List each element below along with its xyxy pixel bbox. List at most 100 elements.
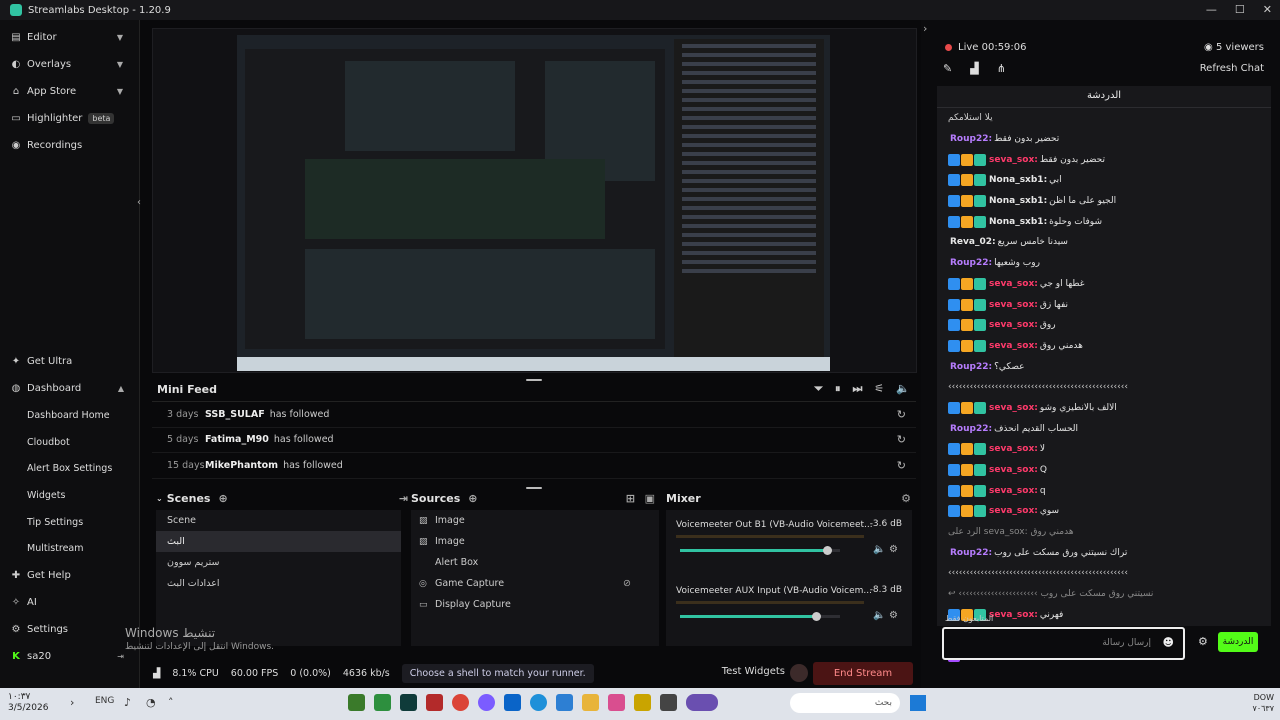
end-stream-button[interactable]: End Stream [813,662,913,685]
maximize-button[interactable]: ☐ [1235,3,1245,16]
replay-icon[interactable]: ↻ [897,459,906,472]
chat-username[interactable]: seva_sox: [989,506,1038,516]
test-widgets-button[interactable]: Test Widgets [722,666,785,677]
app-icon[interactable] [634,694,651,711]
source-item[interactable]: ◎ Game Capture ⊘ [411,573,659,594]
nav-dashboard[interactable]: ◍ Dashboard ▲ [0,375,140,402]
nav-get-help[interactable]: ✚ Get Help [0,562,140,589]
stream-preview[interactable]: ‹ [137,28,917,373]
app-icon[interactable] [660,694,677,711]
volume-slider[interactable] [680,546,840,555]
chevron-left-icon[interactable]: › [70,696,74,709]
chat-username[interactable]: Roup22: [950,424,992,434]
nav-settings[interactable]: ⚙ Settings [0,616,140,643]
chat-username[interactable]: seva_sox: [989,465,1038,475]
store-icon[interactable] [556,694,573,711]
chat-username[interactable]: seva_sox: [989,341,1038,351]
chat-input[interactable]: إرسال رسالة ☻ [942,627,1185,660]
volume-slider[interactable] [680,612,840,621]
refresh-chat-button[interactable]: Refresh Chat [1200,63,1264,74]
chat-username[interactable]: seva_sox: [989,155,1038,165]
mute-icon[interactable]: 🔈 ⚙ [873,610,898,621]
nav-highlighter[interactable]: ▭ Highlighter beta [0,105,139,132]
rec-button[interactable] [790,664,808,682]
close-button[interactable]: ✕ [1263,3,1272,16]
folder-icon[interactable]: ▣ [645,492,655,505]
edit-icon[interactable]: ✎ [943,62,952,75]
source-item[interactable]: ▨ Image [411,531,659,552]
collapse-left-icon[interactable]: ‹ [137,197,141,208]
wifi-icon[interactable]: ◔ [146,696,156,709]
chat-username[interactable]: Nona_sxb1: [989,196,1047,206]
minecraft-app-icon[interactable] [348,694,365,711]
nav-app-store[interactable]: ⌂ App Store ▼ [0,78,139,105]
app-icon[interactable] [686,694,718,711]
language-indicator[interactable]: ENG [95,696,114,706]
replay-icon[interactable]: ↻ [897,408,906,421]
chat-username[interactable]: Nona_sxb1: [989,217,1047,227]
add-group-icon[interactable]: ⊞ [626,492,635,505]
chat-username[interactable]: seva_sox: [989,403,1038,413]
sidebar-item-tip-settings[interactable]: Tip Settings [0,509,140,536]
scene-item[interactable]: البث [156,531,401,552]
edge-icon[interactable] [530,694,547,711]
share-icon[interactable]: ⋔ [997,62,1006,75]
scene-item[interactable]: Scene [156,510,401,531]
sidebar-item-widgets[interactable]: Widgets [0,482,140,509]
shell-notification[interactable]: Choose a shell to match your runner. [401,664,594,683]
visibility-off-icon[interactable]: ⊘ [623,578,631,589]
add-scene-icon[interactable]: ⊕ [218,492,227,505]
nav-user[interactable]: Ksa20 ⇥ [0,643,140,670]
chevron-down-icon[interactable]: ⌄ [156,494,163,503]
volume-slider-knob[interactable] [823,546,833,555]
delete-icon[interactable]: ▟ [970,62,978,75]
volume-icon[interactable]: 🔈 [896,382,910,396]
minimize-button[interactable]: — [1206,3,1217,16]
scene-transitions-icon[interactable]: ⇥ [399,492,408,505]
chat-username[interactable]: seva_sox: [989,444,1038,454]
mute-icon[interactable]: 🔈 ⚙ [873,544,898,555]
pause-icon[interactable]: ⏸ [835,382,841,396]
chevron-up-icon[interactable]: ˄ [168,696,174,709]
logout-icon[interactable]: ⇥ [117,652,124,661]
chat-username[interactable]: Roup22: [950,362,992,372]
sidebar-item-cloudbot[interactable]: Cloudbot [0,429,140,456]
source-item[interactable]: Alert Box [411,552,659,573]
chat-username[interactable]: Roup22: [950,548,992,558]
stats-icon[interactable]: ▟ [153,668,160,679]
sidebar-item-alert-box-settings[interactable]: Alert Box Settings [0,455,140,482]
nav-recordings[interactable]: ◉ Recordings [0,132,139,159]
source-item[interactable]: ▨ Image [411,510,659,531]
scene-item[interactable]: اعدادات البث [156,573,401,594]
outlook-icon[interactable] [504,694,521,711]
streamlabs-app-icon[interactable] [400,694,417,711]
nav-ai[interactable]: ✧ AI [0,589,140,616]
chat-username[interactable]: seva_sox: [989,320,1038,330]
mute-alerts-icon[interactable]: ⚟ [874,382,884,396]
volume-slider-knob[interactable] [812,612,821,621]
nav-get-ultra[interactable]: ✦ Get Ultra [0,348,140,375]
replay-icon[interactable]: ↻ [897,433,906,446]
filter-icon[interactable]: ⏷ [814,382,823,396]
gear-icon[interactable]: ⚙ [901,492,911,505]
taskbar-search[interactable]: بحث [790,693,900,713]
app-icon[interactable] [608,694,625,711]
nav-editor[interactable]: ▤ Editor ▼ [0,24,139,51]
discord-icon[interactable] [478,694,495,711]
add-source-icon[interactable]: ⊕ [468,492,477,505]
skip-icon[interactable]: ⏭ [853,382,863,396]
emoji-icon[interactable]: ☻ [1163,636,1174,649]
chat-username[interactable]: seva_sox: [989,279,1038,289]
xbox-app-icon[interactable] [374,694,391,711]
app-icon[interactable] [426,694,443,711]
nav-overlays[interactable]: ◐ Overlays ▼ [0,51,139,78]
microphone-icon[interactable]: ♪ [124,696,131,709]
chat-username[interactable]: seva_sox: [989,300,1038,310]
chat-username[interactable]: Nona_sxb1: [989,175,1047,185]
send-chat-button[interactable]: الدردشة [1218,632,1258,652]
chat-username[interactable]: seva_sox: [989,486,1038,496]
chat-username[interactable]: seva_sox: [989,610,1038,620]
chat-username[interactable]: Reva_02: [950,237,996,247]
collapse-right-icon[interactable]: › [923,22,927,35]
sidebar-item-multistream[interactable]: Multistream [0,535,140,562]
